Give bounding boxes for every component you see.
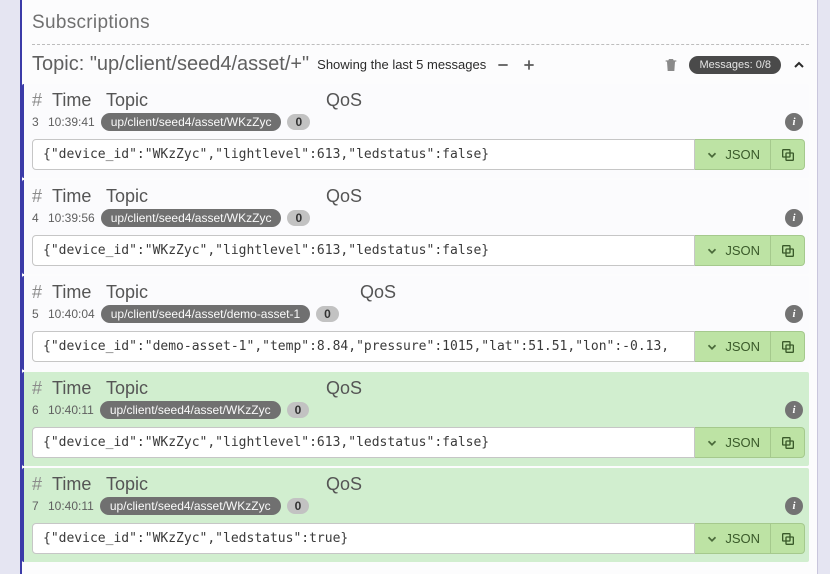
payload-text: {"device_id":"WKzZyc","lightlevel":613,"… <box>32 235 695 266</box>
msg-qos-pill: 0 <box>287 114 310 130</box>
info-icon[interactable]: i <box>785 497 803 515</box>
col-topic: Topic <box>106 90 148 111</box>
msg-time: 10:39:41 <box>48 115 95 129</box>
json-expand-button[interactable]: JSON <box>695 523 771 554</box>
col-hash: # <box>32 186 42 207</box>
col-time: Time <box>52 474 96 495</box>
info-icon[interactable]: i <box>785 209 803 227</box>
plus-button[interactable] <box>520 56 538 74</box>
message-block: # Time Topic QoS 6 10:40:11 up/client/seed4/as… <box>22 372 809 466</box>
messages-badge: Messages: 0/8 <box>689 56 781 74</box>
col-qos: QoS <box>326 474 362 495</box>
json-label: JSON <box>725 243 760 258</box>
plus-icon <box>522 58 536 72</box>
msg-qos-pill: 0 <box>287 210 310 226</box>
copy-icon <box>780 435 796 451</box>
msg-qos-pill: 0 <box>287 402 310 418</box>
chevron-down-icon <box>705 436 719 450</box>
col-qos: QoS <box>326 90 362 111</box>
topic-label: Topic: "up/client/seed4/asset/+" <box>32 53 309 76</box>
col-topic: Topic <box>106 474 148 495</box>
col-topic: Topic <box>106 282 148 303</box>
payload-text: {"device_id":"WKzZyc","lightlevel":613,"… <box>32 139 695 170</box>
msg-topic-pill: up/client/seed4/asset/WKzZyc <box>100 497 281 515</box>
col-time: Time <box>52 186 96 207</box>
json-expand-button[interactable]: JSON <box>695 235 771 266</box>
payload-text: {"device_id":"WKzZyc","ledstatus":true} <box>32 523 695 554</box>
msg-topic-pill: up/client/seed4/asset/WKzZyc <box>100 401 281 419</box>
msg-index: 4 <box>32 211 42 225</box>
chevron-up-icon <box>791 57 807 73</box>
copy-button[interactable] <box>771 235 805 266</box>
col-qos: QoS <box>326 378 362 399</box>
copy-icon <box>780 339 796 355</box>
info-icon[interactable]: i <box>785 305 803 323</box>
msg-index: 5 <box>32 307 42 321</box>
msg-qos-pill: 0 <box>287 498 310 514</box>
json-label: JSON <box>725 147 760 162</box>
section-title: Subscriptions <box>32 12 809 34</box>
msg-topic-pill: up/client/seed4/asset/WKzZyc <box>101 209 282 227</box>
col-topic: Topic <box>106 186 148 207</box>
col-topic: Topic <box>106 378 148 399</box>
chevron-down-icon <box>705 244 719 258</box>
message-block: # Time Topic QoS 3 10:39:41 up/client/seed4/as… <box>22 84 809 178</box>
msg-topic-pill: up/client/seed4/asset/WKzZyc <box>101 113 282 131</box>
copy-icon <box>780 147 796 163</box>
msg-index: 6 <box>32 403 42 417</box>
msg-qos-pill: 0 <box>316 306 339 322</box>
payload-text: {"device_id":"WKzZyc","lightlevel":613,"… <box>32 427 695 458</box>
copy-button[interactable] <box>771 331 805 362</box>
chevron-down-icon <box>705 340 719 354</box>
minus-icon <box>496 58 510 72</box>
col-qos: QoS <box>360 282 396 303</box>
msg-time: 10:39:56 <box>48 211 95 225</box>
copy-button[interactable] <box>771 523 805 554</box>
trash-button[interactable] <box>661 54 681 76</box>
col-qos: QoS <box>326 186 362 207</box>
chevron-down-icon <box>705 532 719 546</box>
col-hash: # <box>32 282 42 303</box>
json-label: JSON <box>725 435 760 450</box>
message-block: # Time Topic QoS 4 10:39:56 up/client/seed4/as… <box>22 180 809 274</box>
info-icon[interactable]: i <box>785 113 803 131</box>
json-expand-button[interactable]: JSON <box>695 427 771 458</box>
minus-button[interactable] <box>494 56 512 74</box>
payload-text: {"device_id":"demo-asset-1","temp":8.84,… <box>32 331 695 362</box>
divider <box>32 44 809 45</box>
msg-index: 7 <box>32 499 42 513</box>
msg-time: 10:40:11 <box>48 403 94 417</box>
copy-icon <box>780 531 796 547</box>
trash-icon <box>663 56 679 74</box>
col-hash: # <box>32 90 42 111</box>
message-block: # Time Topic QoS 7 10:40:11 up/client/seed4/as… <box>22 468 809 562</box>
msg-time: 10:40:04 <box>48 307 95 321</box>
col-time: Time <box>52 282 96 303</box>
message-block: # Time Topic QoS 5 10:40:04 up/client/seed4/as… <box>22 276 809 370</box>
msg-index: 3 <box>32 115 42 129</box>
copy-button[interactable] <box>771 427 805 458</box>
chevron-down-icon <box>705 148 719 162</box>
json-expand-button[interactable]: JSON <box>695 331 771 362</box>
msg-topic-pill: up/client/seed4/asset/demo-asset-1 <box>101 305 310 323</box>
json-label: JSON <box>725 339 760 354</box>
col-hash: # <box>32 378 42 399</box>
copy-icon <box>780 243 796 259</box>
col-time: Time <box>52 90 96 111</box>
info-icon[interactable]: i <box>785 401 803 419</box>
collapse-button[interactable] <box>789 55 809 75</box>
json-label: JSON <box>725 531 760 546</box>
json-expand-button[interactable]: JSON <box>695 139 771 170</box>
msg-time: 10:40:11 <box>48 499 94 513</box>
showing-last-label: Showing the last 5 messages <box>317 57 486 72</box>
copy-button[interactable] <box>771 139 805 170</box>
col-time: Time <box>52 378 96 399</box>
col-hash: # <box>32 474 42 495</box>
